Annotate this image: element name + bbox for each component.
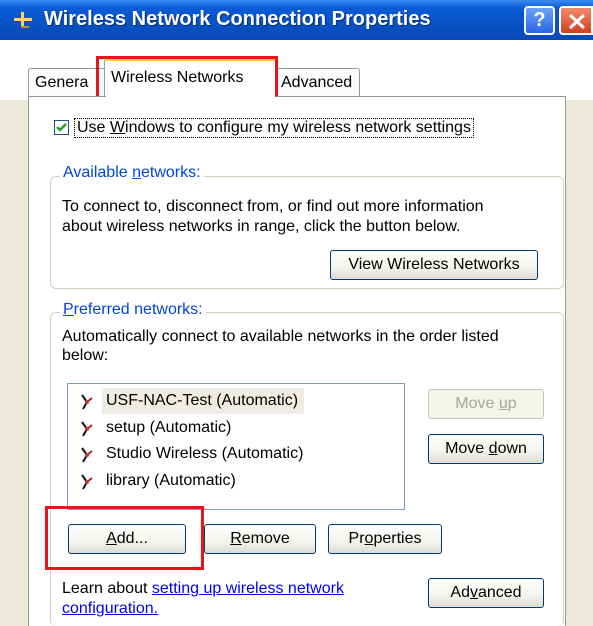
preferred-desc-line1: Automatically connect to available netwo…	[62, 328, 499, 345]
list-item-label: USF-NAC-Test (Automatic)	[102, 388, 305, 414]
highlight-box-add	[45, 506, 204, 570]
list-item-label: library (Automatic)	[106, 472, 236, 489]
learn-about-line1: Learn about setting up wireless network	[62, 580, 344, 598]
network-connection-icon	[14, 12, 32, 28]
available-desc-line2: about wireless networks in range, click …	[62, 218, 461, 235]
wireless-network-icon	[81, 474, 93, 490]
title-bar[interactable]: Wireless Network Connection Properties ?	[0, 0, 593, 40]
wireless-network-icon	[81, 394, 93, 410]
properties-window: Wireless Network Connection Properties ?…	[0, 0, 593, 626]
tab-general[interactable]: Genera	[28, 68, 106, 96]
window-title: Wireless Network Connection Properties	[44, 8, 431, 30]
list-item-setup[interactable]: setup (Automatic)	[76, 415, 376, 441]
learn-about-line2: configuration.	[62, 600, 158, 618]
tab-baseline-right	[276, 96, 566, 97]
move-up-button[interactable]: Move up	[428, 389, 544, 419]
preferred-networks-legend: Preferred networks:	[60, 301, 206, 319]
use-windows-checkbox[interactable]	[54, 120, 69, 135]
available-desc-line1: To connect to, disconnect from, or find …	[62, 198, 484, 215]
preferred-desc-line2: below:	[62, 347, 109, 364]
checkmark-icon	[56, 123, 67, 132]
list-item-usf-nac-test[interactable]: USF-NAC-Test (Automatic)	[76, 388, 376, 414]
advanced-button[interactable]: Advanced	[428, 578, 544, 608]
list-item-label: setup (Automatic)	[106, 419, 232, 436]
learn-about-prefix: Learn about	[62, 580, 152, 597]
help-button[interactable]: ?	[524, 6, 555, 35]
remove-button[interactable]: Remove	[204, 524, 316, 554]
list-item-label: Studio Wireless (Automatic)	[106, 445, 304, 462]
use-windows-label[interactable]: Use Windows to configure my wireless net…	[74, 118, 474, 138]
preferred-networks-list[interactable]: USF-NAC-Test (Automatic) setup (Automati…	[67, 383, 405, 510]
wireless-network-icon	[81, 447, 93, 463]
list-item-studio-wireless[interactable]: Studio Wireless (Automatic)	[76, 441, 376, 467]
wireless-network-icon	[81, 421, 93, 437]
list-item-library[interactable]: library (Automatic)	[76, 468, 376, 494]
properties-button[interactable]: Properties	[328, 524, 442, 554]
setup-help-link-continued[interactable]: configuration.	[62, 600, 158, 617]
tab-advanced[interactable]: Advanced	[274, 68, 360, 96]
tab-baseline-left	[28, 96, 106, 97]
move-down-button[interactable]: Move down	[428, 434, 544, 464]
close-icon	[568, 13, 586, 30]
view-wireless-networks-button[interactable]: View Wireless Networks	[330, 250, 538, 280]
close-button[interactable]	[559, 6, 593, 35]
available-networks-legend: Available networks:	[60, 164, 204, 182]
setup-help-link[interactable]: setting up wireless network	[152, 580, 344, 597]
